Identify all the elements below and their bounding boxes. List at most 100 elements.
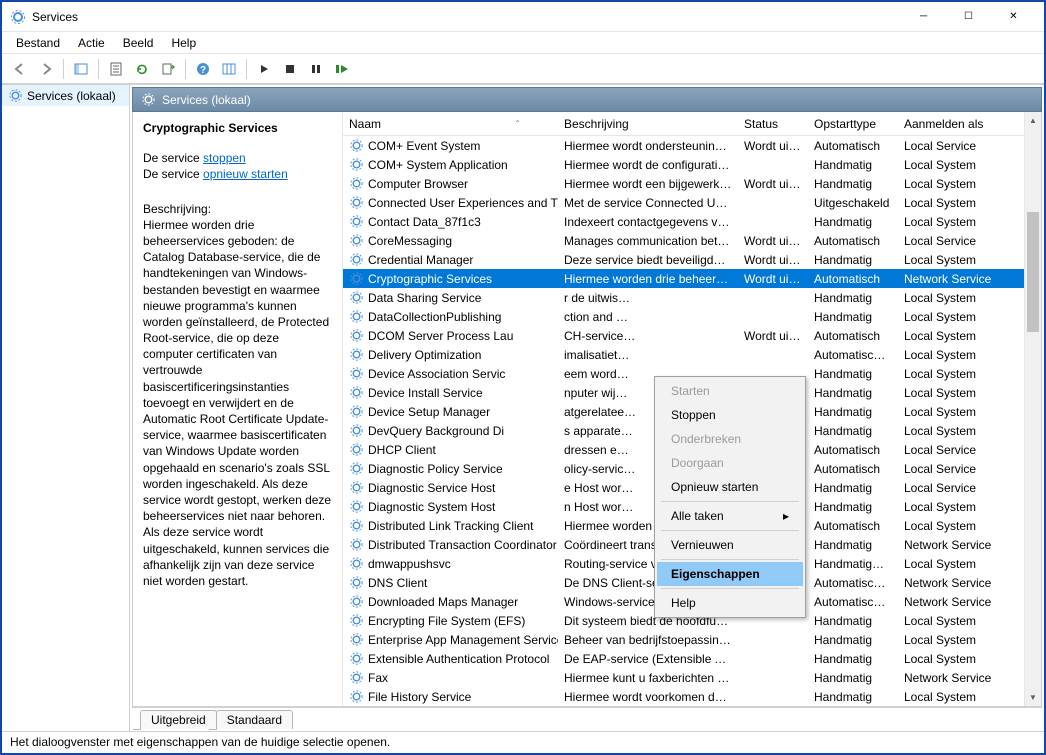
service-logon: Network Service <box>898 595 1008 609</box>
service-row[interactable]: Enterprise App Management ServiceBeheer … <box>343 630 1024 649</box>
help-button[interactable]: ? <box>191 57 215 81</box>
service-row[interactable]: COM+ Event SystemHiermee wordt ondersteu… <box>343 136 1024 155</box>
service-logon: Local System <box>898 424 1008 438</box>
service-icon <box>349 328 364 343</box>
service-logon: Local System <box>898 652 1008 666</box>
close-button[interactable]: ✕ <box>991 3 1036 31</box>
service-name: DNS Client <box>368 576 427 590</box>
service-name: Connected User Experiences and T… <box>368 196 558 210</box>
service-row[interactable]: Extensible Authentication ProtocolDe EAP… <box>343 649 1024 668</box>
cm-help[interactable]: Help <box>657 591 803 615</box>
gear-icon <box>141 92 156 107</box>
service-status: Wordt ui… <box>738 139 808 153</box>
service-name: Contact Data_87f1c3 <box>368 215 481 229</box>
main-area: Services (lokaal) Services (lokaal) Cryp… <box>2 84 1044 731</box>
column-startup[interactable]: Opstarttype <box>808 112 898 135</box>
stop-link[interactable]: stoppen <box>203 151 246 165</box>
menu-bestand[interactable]: Bestand <box>8 34 68 52</box>
back-button[interactable] <box>8 57 32 81</box>
start-service-button[interactable] <box>252 57 276 81</box>
service-name: DevQuery Background Di <box>368 424 504 438</box>
columns-button[interactable] <box>217 57 241 81</box>
separator <box>185 59 186 79</box>
service-row[interactable]: FaxHiermee kunt u faxberichten ve…Handma… <box>343 668 1024 687</box>
cm-start[interactable]: Starten <box>657 379 803 403</box>
menu-actie[interactable]: Actie <box>70 34 113 52</box>
cm-separator <box>661 588 799 589</box>
properties-button[interactable] <box>104 57 128 81</box>
cm-pause[interactable]: Onderbreken <box>657 427 803 451</box>
service-name: Device Setup Manager <box>368 405 490 419</box>
service-row[interactable]: Connected User Experiences and T…Met de … <box>343 193 1024 212</box>
maximize-button[interactable]: ☐ <box>946 3 991 31</box>
service-icon <box>349 670 364 685</box>
service-icon <box>349 442 364 457</box>
minimize-button[interactable]: ─ <box>901 3 946 31</box>
service-startup: Handmatig <box>808 538 898 552</box>
forward-button[interactable] <box>34 57 58 81</box>
column-name[interactable]: Naam⌃ <box>343 112 558 135</box>
service-icon <box>349 309 364 324</box>
column-description[interactable]: Beschrijving <box>558 112 738 135</box>
scroll-up-button[interactable]: ▲ <box>1025 112 1041 129</box>
cm-separator <box>661 501 799 502</box>
cm-restart[interactable]: Opnieuw starten <box>657 475 803 499</box>
cm-all-tasks[interactable]: Alle taken▸ <box>657 504 803 528</box>
tab-extended[interactable]: Uitgebreid <box>140 710 217 729</box>
service-icon <box>349 556 364 571</box>
service-startup: Automatisch… <box>808 348 898 362</box>
service-row[interactable]: CoreMessagingManages communication betwe… <box>343 231 1024 250</box>
cm-refresh[interactable]: Vernieuwen <box>657 533 803 557</box>
service-row[interactable]: Credential ManagerDeze service biedt bev… <box>343 250 1024 269</box>
service-desc: Hiermee worden drie beheerser… <box>558 272 738 286</box>
service-desc: imalisatiet… <box>558 348 738 362</box>
menu-beeld[interactable]: Beeld <box>115 34 162 52</box>
right-pane: Services (lokaal) Cryptographic Services… <box>130 85 1044 731</box>
service-name: Credential Manager <box>368 253 473 267</box>
cm-separator <box>661 559 799 560</box>
toolbar: ? <box>2 54 1044 84</box>
restart-service-button[interactable] <box>330 57 354 81</box>
cm-resume[interactable]: Doorgaan <box>657 451 803 475</box>
service-desc: ction and … <box>558 310 738 324</box>
column-logon[interactable]: Aanmelden als <box>898 112 1008 135</box>
service-startup: Automatisch… <box>808 576 898 590</box>
service-row[interactable]: Data Sharing Servicer de uitwis…Handmati… <box>343 288 1024 307</box>
service-desc: Met de service Connected User … <box>558 196 738 210</box>
tree-root-node[interactable]: Services (lokaal) <box>2 85 129 106</box>
service-row[interactable]: COM+ System ApplicationHiermee wordt de … <box>343 155 1024 174</box>
show-tree-button[interactable] <box>69 57 93 81</box>
refresh-button[interactable] <box>130 57 154 81</box>
sort-asc-icon: ⌃ <box>514 119 521 128</box>
service-icon <box>349 689 364 704</box>
service-row[interactable]: Computer BrowserHiermee wordt een bijgew… <box>343 174 1024 193</box>
service-icon <box>349 290 364 305</box>
service-row[interactable]: File History ServiceHiermee wordt voorko… <box>343 687 1024 706</box>
tree-root-label: Services (lokaal) <box>27 89 116 103</box>
service-desc: Beheer van bedrijfstoepassinge… <box>558 633 738 647</box>
cm-stop[interactable]: Stoppen <box>657 403 803 427</box>
service-name: Device Install Service <box>368 386 483 400</box>
scroll-down-button[interactable]: ▼ <box>1025 689 1041 706</box>
cm-properties[interactable]: Eigenschappen <box>657 562 803 586</box>
service-row[interactable]: Delivery Optimizationimalisatiet…Automat… <box>343 345 1024 364</box>
service-status: Wordt ui… <box>738 234 808 248</box>
service-row[interactable]: DCOM Server Process LauCH-service…Wordt … <box>343 326 1024 345</box>
service-icon <box>349 252 364 267</box>
vertical-scrollbar[interactable]: ▲ ▼ <box>1024 112 1041 706</box>
service-row[interactable]: Cryptographic ServicesHiermee worden dri… <box>343 269 1024 288</box>
service-name: DataCollectionPublishing <box>368 310 501 324</box>
restart-link[interactable]: opnieuw starten <box>203 167 288 181</box>
service-logon: Local System <box>898 310 1008 324</box>
service-status: Wordt ui… <box>738 253 808 267</box>
scroll-thumb[interactable] <box>1027 212 1039 332</box>
export-button[interactable] <box>156 57 180 81</box>
menu-help[interactable]: Help <box>163 34 204 52</box>
column-status[interactable]: Status <box>738 112 808 135</box>
tab-standard[interactable]: Standaard <box>216 710 293 729</box>
pause-service-button[interactable] <box>304 57 328 81</box>
service-row[interactable]: DataCollectionPublishingction and …Handm… <box>343 307 1024 326</box>
service-logon: Local Service <box>898 462 1008 476</box>
stop-service-button[interactable] <box>278 57 302 81</box>
service-row[interactable]: Contact Data_87f1c3Indexeert contactgege… <box>343 212 1024 231</box>
